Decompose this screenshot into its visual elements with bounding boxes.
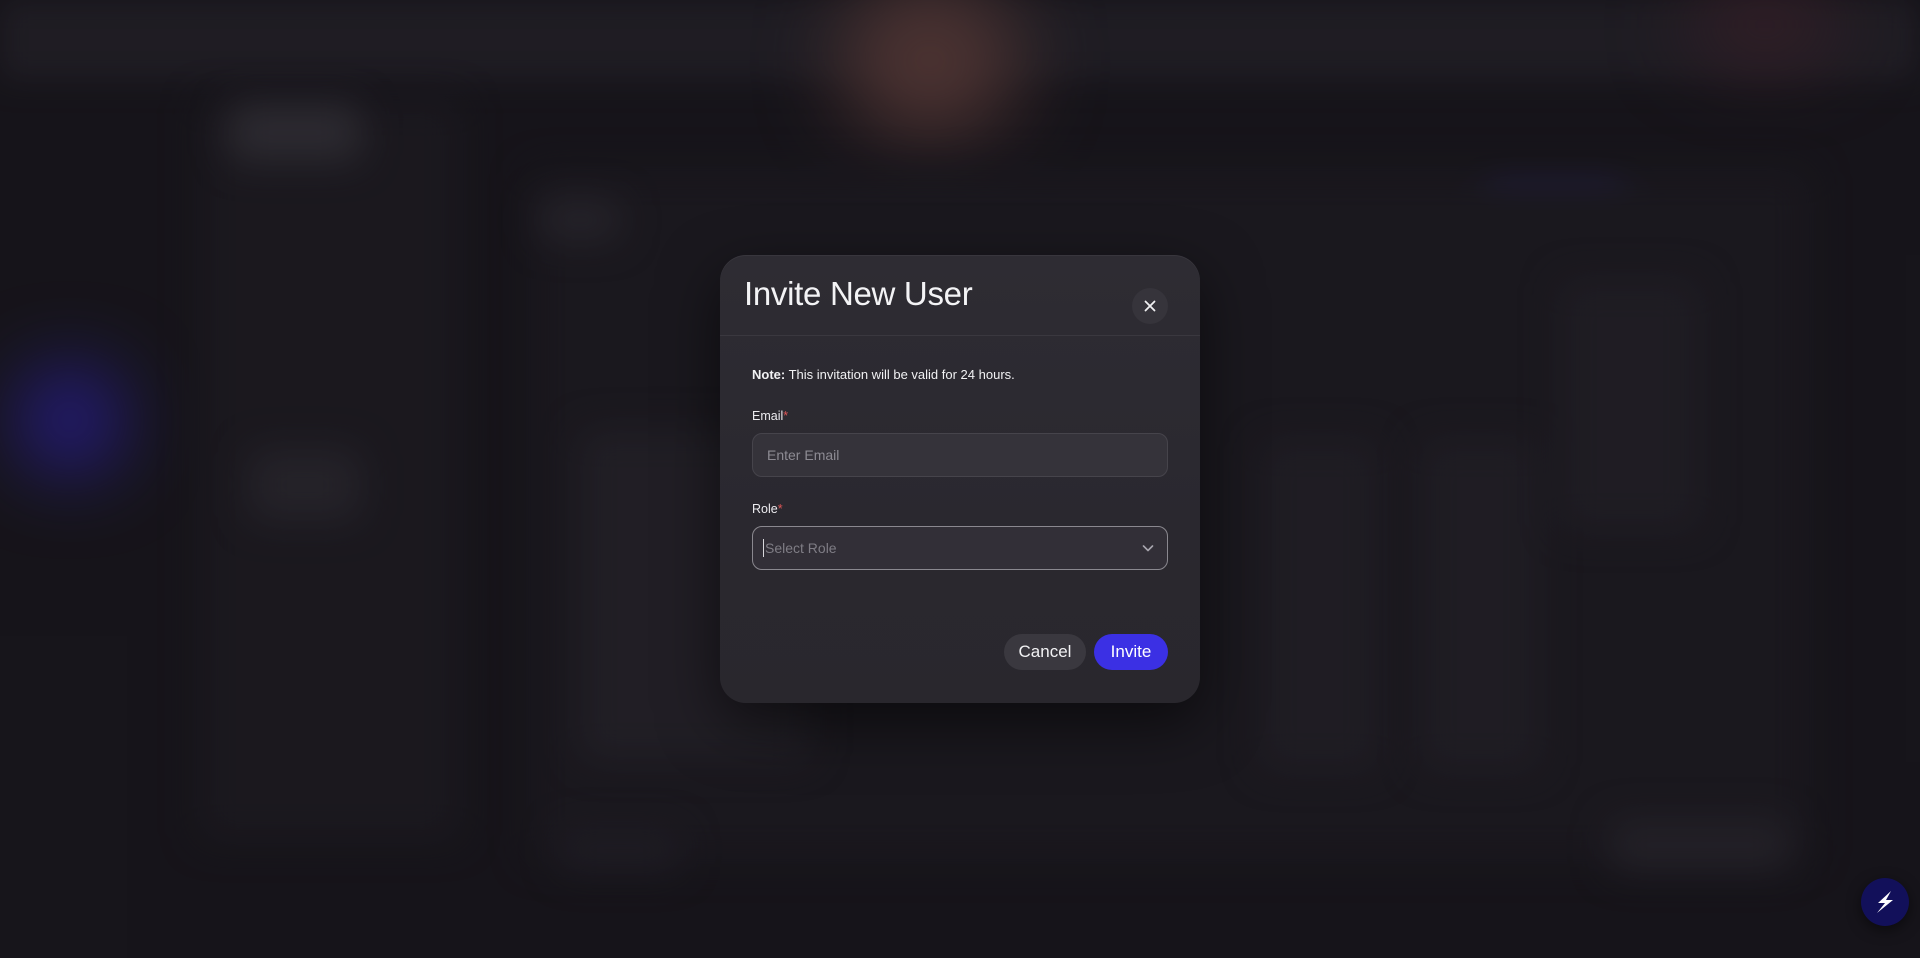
email-label-text: Email — [752, 409, 784, 423]
close-button[interactable] — [1132, 288, 1168, 324]
bolt-logo-icon — [1877, 891, 1893, 913]
cancel-button[interactable]: Cancel — [1004, 634, 1086, 670]
email-label: Email* — [752, 409, 788, 423]
role-label: Role* — [752, 502, 783, 516]
invite-button[interactable]: Invite — [1094, 634, 1168, 670]
close-icon — [1144, 300, 1156, 312]
invitation-note: Note: This invitation will be valid for … — [752, 367, 1015, 382]
role-required-mark: * — [777, 502, 783, 516]
dialog-title: Invite New User — [744, 275, 973, 312]
note-label: Note: — [752, 367, 786, 382]
dialog-header: Invite New User — [720, 255, 1200, 336]
role-label-text: Role — [752, 502, 778, 516]
invite-user-dialog: Invite New User Note: This invitation wi… — [720, 255, 1200, 703]
support-launcher-button[interactable] — [1861, 878, 1909, 926]
email-input[interactable] — [752, 433, 1168, 477]
text-cursor — [763, 539, 764, 557]
email-required-mark: * — [783, 409, 789, 423]
role-select-placeholder: Select Role — [765, 540, 837, 556]
role-select[interactable]: Select Role — [752, 526, 1168, 570]
note-text: This invitation will be valid for 24 hou… — [785, 367, 1015, 382]
chevron-down-icon[interactable] — [1141, 541, 1155, 555]
